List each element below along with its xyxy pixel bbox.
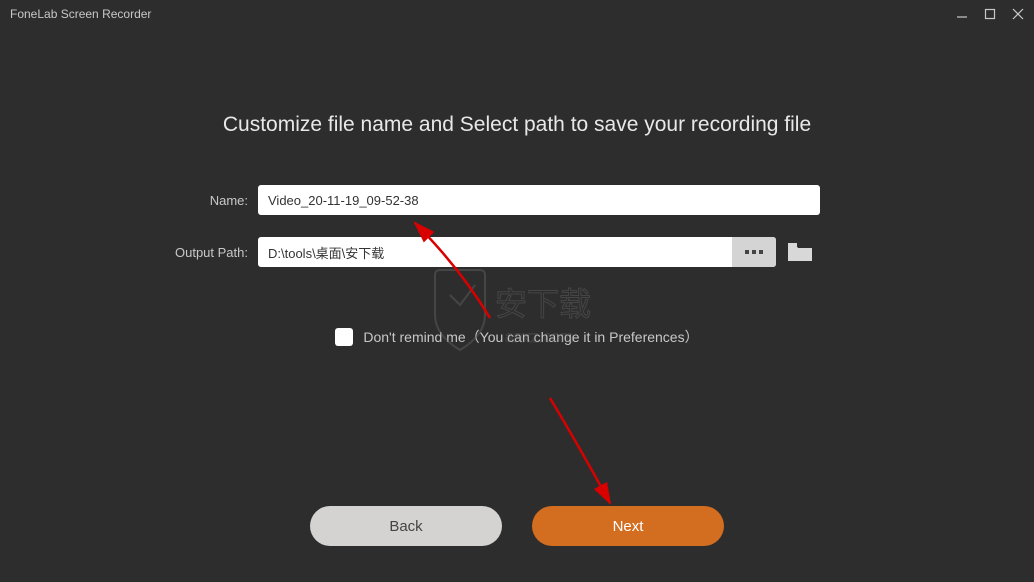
maximize-button[interactable] <box>980 4 1000 24</box>
minimize-button[interactable] <box>952 4 972 24</box>
annotation-arrow-2 <box>530 388 680 518</box>
path-row: Output Path: D:\tools\桌面\安下载 <box>170 237 1034 267</box>
svg-text:安下载: 安下载 <box>495 286 591 322</box>
next-button[interactable]: Next <box>532 506 724 546</box>
path-value: D:\tools\桌面\安下载 <box>258 243 732 262</box>
dont-remind-checkbox[interactable] <box>335 328 353 346</box>
open-folder-button[interactable] <box>786 240 814 264</box>
dot-icon <box>745 250 749 254</box>
name-row: Name: <box>170 185 1034 215</box>
name-input[interactable] <box>258 185 820 215</box>
path-wrap: D:\tools\桌面\安下载 <box>258 237 814 267</box>
remind-row: Don't remind me（You can change it in Pre… <box>0 327 1034 347</box>
dot-icon <box>759 250 763 254</box>
page-heading: Customize file name and Select path to s… <box>0 113 1034 137</box>
button-row: Back Next <box>0 506 1034 546</box>
path-label: Output Path: <box>170 245 258 260</box>
close-button[interactable] <box>1008 4 1028 24</box>
path-box: D:\tools\桌面\安下载 <box>258 237 776 267</box>
name-label: Name: <box>170 193 258 208</box>
dot-icon <box>752 250 756 254</box>
back-button[interactable]: Back <box>310 506 502 546</box>
titlebar: FoneLab Screen Recorder <box>0 0 1034 28</box>
path-more-button[interactable] <box>732 237 776 267</box>
window-controls <box>952 4 1028 24</box>
watermark-overlay: 安下载 anxz.com <box>410 260 630 385</box>
content-area: Customize file name and Select path to s… <box>0 28 1034 582</box>
remind-text: Don't remind me（You can change it in Pre… <box>363 327 698 347</box>
app-title: FoneLab Screen Recorder <box>10 7 151 21</box>
annotation-arrow-1 <box>350 208 530 328</box>
